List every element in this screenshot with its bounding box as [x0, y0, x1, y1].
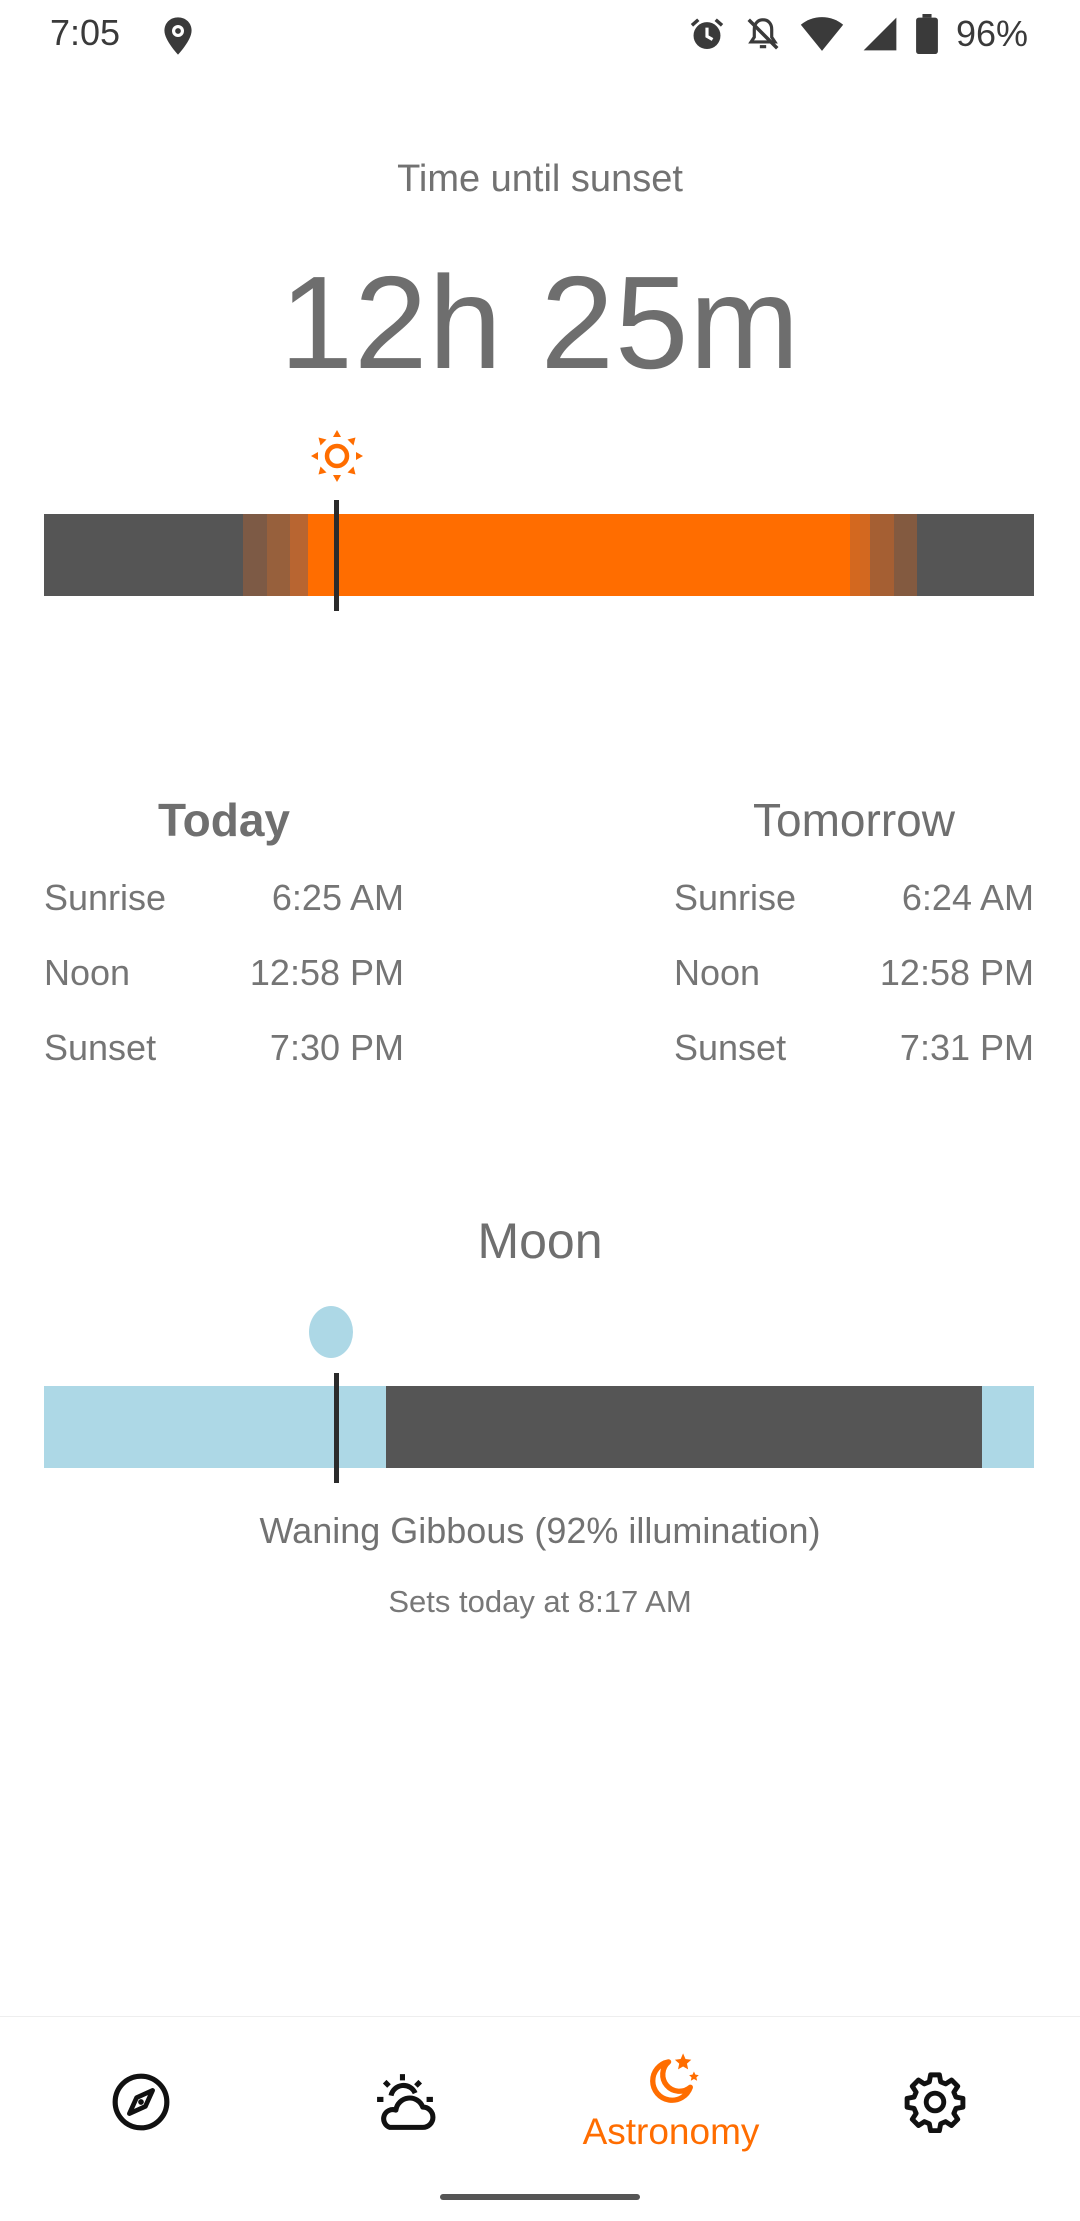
status-icons: 96% — [688, 12, 1028, 56]
today-sunset-row: Sunset 7:30 PM — [44, 1010, 404, 1085]
current-time-marker — [334, 1373, 339, 1483]
moon-heading: Moon — [477, 1213, 603, 1269]
bottom-navigation: Astronomy — [0, 2016, 1080, 2221]
gesture-handle[interactable] — [440, 2194, 640, 2200]
twilight-segment — [267, 514, 290, 596]
sunset-countdown: 12h 25m — [279, 249, 801, 396]
moon-stars-icon — [650, 2053, 699, 2103]
current-time-marker — [334, 500, 339, 611]
status-time: 7:05 — [50, 12, 121, 53]
compass-icon — [112, 2073, 170, 2131]
row-label: Sunrise — [674, 877, 797, 918]
twilight-segment — [894, 514, 917, 596]
twilight-segment — [243, 514, 267, 596]
tomorrow-sunrise-row: Sunrise 6:24 AM — [674, 860, 1034, 935]
twilight-segment — [290, 514, 308, 596]
status-bar: 7:05 96% — [0, 0, 1080, 66]
twilight-segment — [850, 514, 870, 596]
daylight-segment — [308, 514, 850, 596]
row-value: 7:31 PM — [899, 1027, 1034, 1068]
moonlight-bar — [44, 1386, 1034, 1468]
alarm-icon — [690, 18, 724, 50]
location-pin-icon — [164, 17, 192, 55]
row-value: 7:30 PM — [269, 1027, 404, 1068]
notifications-off-icon — [747, 18, 779, 50]
gear-icon — [904, 2072, 966, 2133]
tomorrow-noon-row: Noon 12:58 PM — [674, 935, 1034, 1010]
tomorrow-times: Tomorrow Sunrise 6:24 AM Noon 12:58 PM S… — [674, 790, 1034, 1085]
nav-compass[interactable] — [6, 2017, 276, 2187]
nav-astronomy[interactable]: Astronomy — [536, 2017, 806, 2187]
row-label: Sunrise — [44, 877, 167, 918]
row-label: Noon — [44, 952, 131, 993]
tomorrow-heading: Tomorrow — [753, 794, 955, 846]
row-label: Noon — [674, 952, 761, 993]
row-value: 6:25 AM — [271, 877, 404, 918]
row-value: 12:58 PM — [249, 952, 404, 993]
today-heading: Today — [157, 794, 291, 846]
moon-icon — [309, 1306, 353, 1358]
nav-weather[interactable] — [270, 2017, 540, 2187]
moon-down-segment — [386, 1386, 982, 1468]
sun-icon — [311, 430, 363, 482]
nav-settings[interactable] — [800, 2017, 1070, 2187]
wifi-icon — [800, 17, 844, 51]
sun-title: Time until sunset — [397, 158, 683, 200]
cell-signal-icon — [863, 17, 897, 51]
tomorrow-sunset-row: Sunset 7:31 PM — [674, 1010, 1034, 1085]
today-times: Today Sunrise 6:25 AM Noon 12:58 PM Suns… — [44, 790, 404, 1085]
today-sunrise-row: Sunrise 6:25 AM — [44, 860, 404, 935]
row-value: 6:24 AM — [901, 877, 1034, 918]
weather-sun-cloud-icon — [377, 2074, 436, 2130]
row-label: Sunset — [674, 1027, 787, 1068]
nav-astronomy-label: Astronomy — [582, 2111, 760, 2152]
twilight-segment — [870, 514, 894, 596]
battery-icon — [916, 14, 938, 54]
today-noon-row: Noon 12:58 PM — [44, 935, 404, 1010]
row-label: Sunset — [44, 1027, 157, 1068]
daylight-bar — [44, 514, 1034, 596]
moon-set-time: Sets today at 8:17 AM — [388, 1584, 692, 1619]
row-value: 12:58 PM — [879, 952, 1034, 993]
moon-phase: Waning Gibbous (92% illumination) — [259, 1510, 821, 1551]
battery-percentage: 96% — [955, 13, 1028, 54]
